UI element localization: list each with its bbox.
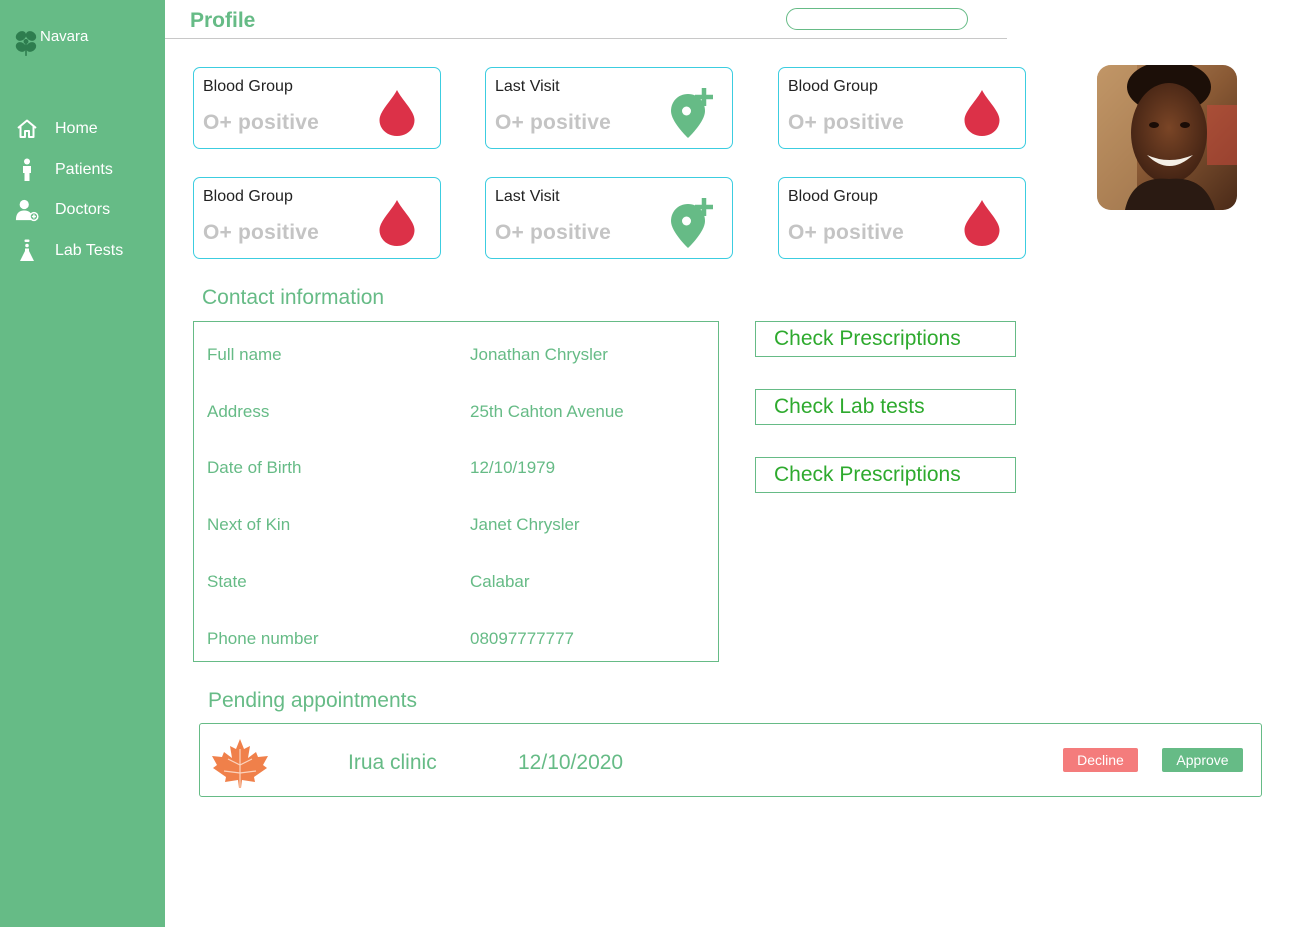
blood-drop-icon: [379, 200, 415, 246]
contact-row: Address 25th Cahton Avenue: [194, 402, 718, 426]
check-lab-tests-button[interactable]: Check Lab tests: [755, 389, 1016, 425]
stat-value: O+ positive: [203, 111, 319, 134]
location-plus-icon: [671, 88, 713, 138]
search-input[interactable]: [786, 8, 968, 30]
stat-value: O+ positive: [203, 221, 319, 244]
stat-value: O+ positive: [788, 221, 904, 244]
contact-value: Janet Chrysler: [470, 515, 580, 534]
stat-label: Last Visit: [495, 78, 560, 95]
contact-value: 12/10/1979: [470, 458, 556, 477]
contact-label: Date of Birth: [207, 458, 302, 477]
sidebar-item-label: Patients: [55, 161, 113, 178]
stat-value: O+ positive: [788, 111, 904, 134]
contact-label: Phone number: [207, 629, 319, 648]
contact-row: Full name Jonathan Chrysler: [194, 345, 718, 369]
approve-button[interactable]: Approve: [1162, 748, 1243, 772]
sidebar-item-home[interactable]: Home: [0, 116, 165, 142]
stat-label: Blood Group: [203, 188, 293, 205]
blood-drop-icon: [964, 200, 1000, 246]
contact-row: Phone number 08097777777: [194, 629, 718, 653]
contact-label: Full name: [207, 345, 282, 364]
stat-card-blood-group: Blood Group O+ positive: [778, 177, 1026, 259]
appointment-clinic: Irua clinic: [348, 751, 437, 774]
appointment-date: 12/10/2020: [518, 751, 624, 774]
appointment-item: Irua clinic 12/10/2020 Decline Approve: [199, 723, 1262, 797]
sidebar-item-patients[interactable]: Patients: [0, 157, 165, 183]
stat-card-last-visit: Last Visit O+ positive: [485, 177, 733, 259]
contact-row: State Calabar: [194, 572, 718, 596]
sidebar-item-label: Home: [55, 120, 98, 137]
contact-section-title: Contact information: [202, 286, 385, 309]
header-divider: [165, 38, 1007, 39]
contact-label: State: [207, 572, 247, 591]
brand[interactable]: Navara: [13, 26, 88, 58]
home-icon: [15, 117, 39, 141]
stat-card-blood-group: Blood Group O+ positive: [193, 177, 441, 259]
check-prescriptions-button[interactable]: Check Prescriptions: [755, 457, 1016, 493]
clover-icon: [15, 31, 37, 56]
avatar: [1097, 65, 1237, 210]
sidebar-item-label: Doctors: [55, 201, 111, 218]
appointments-section-title: Pending appointments: [208, 689, 417, 712]
contact-value: 25th Cahton Avenue: [470, 402, 624, 421]
blood-drop-icon: [964, 90, 1000, 136]
stat-value: O+ positive: [495, 221, 611, 244]
contact-row: Date of Birth 12/10/1979: [194, 458, 718, 482]
contact-row: Next of Kin Janet Chrysler: [194, 515, 718, 539]
stat-card-last-visit: Last Visit O+ positive: [485, 67, 733, 149]
contact-value: Calabar: [470, 572, 530, 591]
stat-card-blood-group: Blood Group O+ positive: [778, 67, 1026, 149]
stat-label: Blood Group: [788, 78, 878, 95]
doctor-icon: [15, 198, 39, 222]
sidebar-item-lab-tests[interactable]: Lab Tests: [0, 238, 165, 264]
contact-label: Address: [207, 402, 270, 421]
stat-label: Blood Group: [203, 78, 293, 95]
sidebar-item-label: Lab Tests: [55, 242, 124, 259]
stat-value: O+ positive: [495, 111, 611, 134]
stat-label: Last Visit: [495, 188, 560, 205]
contact-value: 08097777777: [470, 629, 575, 648]
check-prescriptions-button[interactable]: Check Prescriptions: [755, 321, 1016, 357]
page-title: Profile: [190, 9, 256, 32]
stat-label: Blood Group: [788, 188, 878, 205]
maple-leaf-icon: [212, 739, 268, 788]
sidebar: Navara Home Patients Doctors Lab Tests: [0, 0, 165, 927]
stat-card-blood-group: Blood Group O+ positive: [193, 67, 441, 149]
sidebar-item-doctors[interactable]: Doctors: [0, 197, 165, 223]
brand-name: Navara: [40, 28, 89, 45]
flask-icon: [15, 239, 39, 263]
contact-value: Jonathan Chrysler: [470, 345, 608, 364]
blood-drop-icon: [379, 90, 415, 136]
person-icon: [15, 158, 39, 182]
contact-info-table: Full name Jonathan Chrysler Address 25th…: [193, 321, 719, 662]
decline-button[interactable]: Decline: [1063, 748, 1138, 772]
contact-label: Next of Kin: [207, 515, 291, 534]
location-plus-icon: [671, 198, 713, 248]
